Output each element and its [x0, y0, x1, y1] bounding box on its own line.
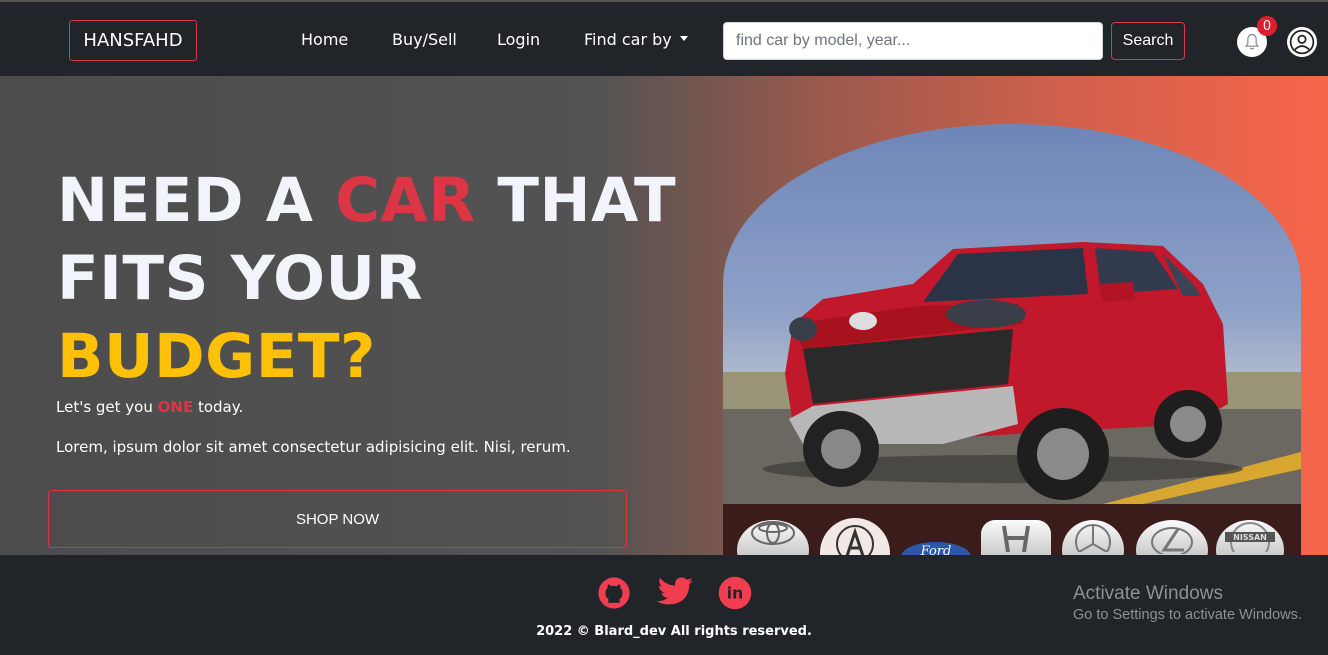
linkedin-link[interactable]: in: [717, 575, 753, 611]
nav-login-link[interactable]: Login: [497, 30, 540, 49]
acura-logo[interactable]: [820, 518, 890, 555]
twitter-icon: [656, 577, 694, 605]
headline-part2: THAT: [475, 165, 677, 236]
car-brand-logo-strip: Ford NISSAN: [723, 504, 1301, 555]
caret-down-icon: [679, 36, 688, 41]
nissan-emblem-icon: NISSAN: [1225, 522, 1275, 552]
twitter-link[interactable]: [655, 575, 695, 611]
mercedes-logo[interactable]: [1062, 520, 1124, 555]
find-car-by-dropdown[interactable]: Find car by: [584, 30, 688, 49]
svg-text:in: in: [727, 585, 743, 603]
brand-logo-link[interactable]: HANSFAHD: [69, 20, 197, 61]
tagline-after: today.: [193, 398, 244, 416]
ford-logo[interactable]: Ford: [901, 542, 971, 555]
hero-section: NEED A CAR THAT FITS YOUR BUDGET? Let's …: [0, 76, 1328, 555]
headline-line3: BUDGET?: [57, 321, 376, 392]
tagline-highlight: ONE: [157, 398, 194, 416]
user-account-button[interactable]: [1287, 27, 1317, 57]
red-suv-illustration: [723, 242, 1301, 504]
github-icon: [598, 577, 630, 609]
nissan-logo[interactable]: NISSAN: [1216, 520, 1284, 555]
toyota-logo[interactable]: [737, 520, 809, 555]
ford-script-icon: Ford: [920, 544, 952, 555]
acura-emblem-icon: [836, 525, 874, 555]
notification-count-badge: 0: [1257, 16, 1277, 36]
hero-description: Lorem, ipsum dolor sit amet consectetur …: [56, 438, 571, 456]
activate-windows-title: Activate Windows: [1073, 583, 1223, 604]
lexus-emblem-icon: [1151, 527, 1193, 554]
mercedes-star-icon: [1075, 524, 1111, 552]
hero-car-image: [723, 124, 1301, 504]
activate-windows-subtitle: Go to Settings to activate Windows.: [1073, 607, 1302, 623]
search-button[interactable]: Search: [1111, 22, 1185, 60]
hero-tagline: Let's get you ONE today.: [56, 398, 243, 416]
tagline-before: Let's get you: [56, 398, 158, 416]
nav-buy-sell-link[interactable]: Buy/Sell: [392, 30, 457, 49]
github-link[interactable]: [596, 575, 632, 611]
find-car-by-label: Find car by: [584, 30, 672, 49]
top-navbar: HANSFAHD Home Buy/Sell Login Find car by…: [0, 0, 1328, 76]
headline-line2: FITS YOUR: [57, 243, 424, 314]
shop-now-button[interactable]: SHOP NOW: [48, 490, 627, 548]
nav-home-link[interactable]: Home: [301, 30, 348, 49]
headline-highlight: CAR: [335, 165, 476, 236]
bell-icon: [1245, 33, 1259, 50]
honda-logo[interactable]: [981, 520, 1051, 555]
linkedin-icon: in: [718, 576, 752, 610]
headline-part1: NEED A: [57, 165, 336, 236]
lexus-logo[interactable]: [1136, 520, 1208, 555]
honda-emblem-icon: [1002, 525, 1030, 553]
hero-headline: NEED A CAR THAT FITS YOUR BUDGET?: [57, 162, 676, 396]
search-input[interactable]: [723, 22, 1103, 60]
toyota-emblem-icon: [751, 521, 795, 545]
svg-text:NISSAN: NISSAN: [1233, 533, 1267, 542]
user-avatar-icon: [1289, 29, 1315, 55]
copyright-text: 2022 © Blard_dev All rights reserved.: [536, 624, 812, 639]
